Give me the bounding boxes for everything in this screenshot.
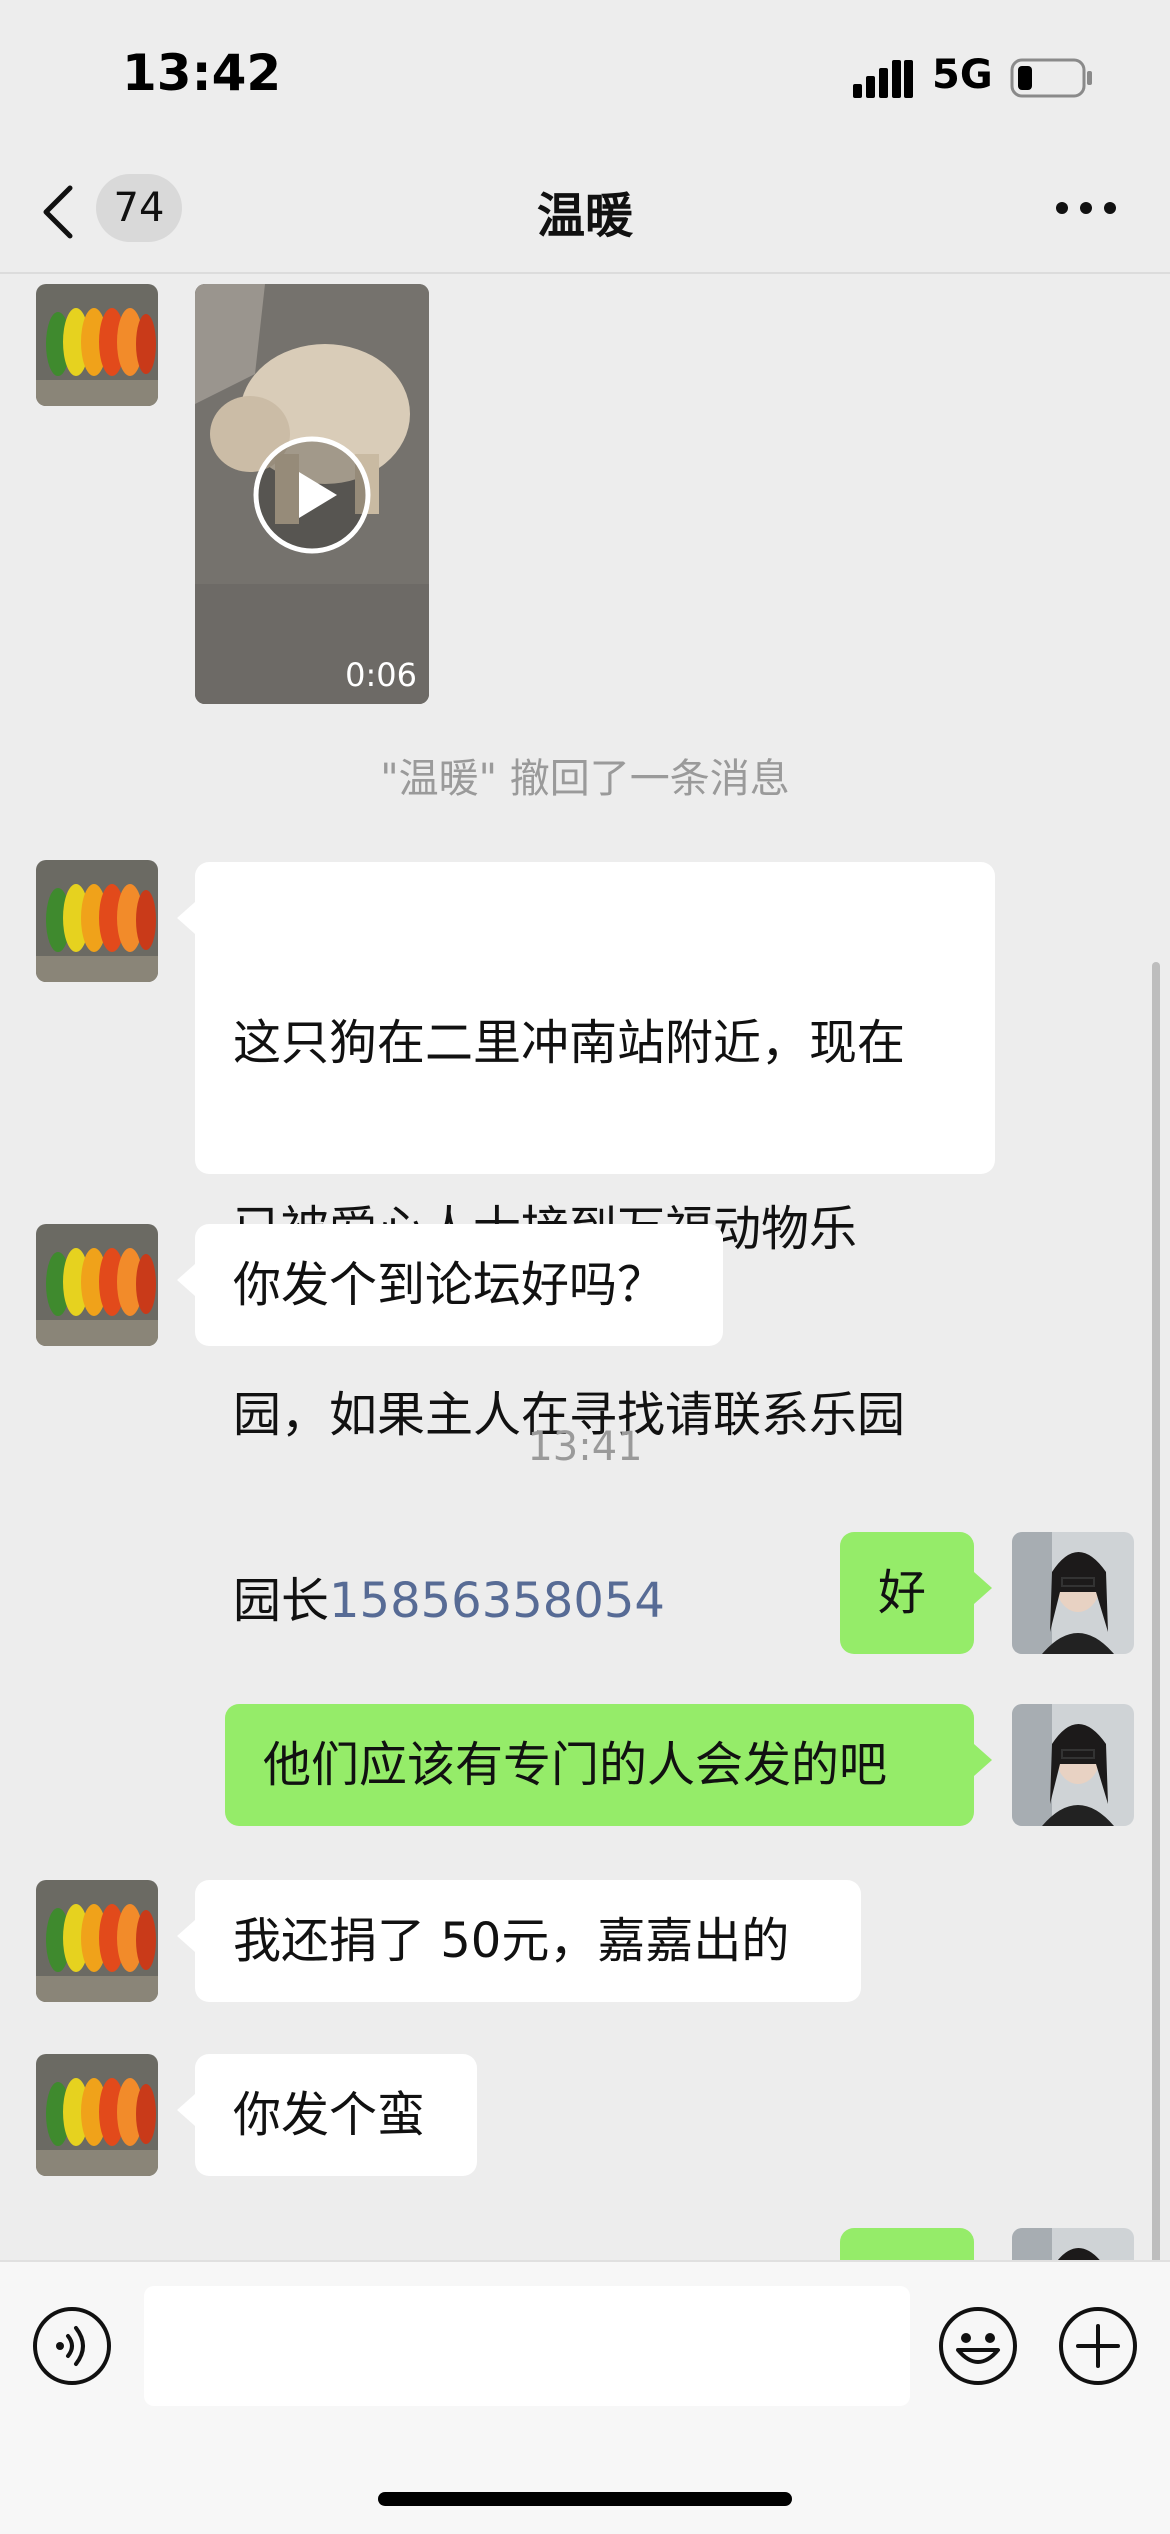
message-line: 这只狗在二里冲南站附近，现在 (233, 1015, 906, 1071)
message-timestamp: 13:41 (527, 1424, 643, 1470)
cellular-signal-icon (853, 60, 913, 98)
plus-icon[interactable] (1058, 2306, 1138, 2386)
my-avatar[interactable] (1012, 2228, 1134, 2260)
my-avatar[interactable] (1012, 1532, 1134, 1654)
my-avatar[interactable] (1012, 1704, 1134, 1826)
voice-input-icon[interactable] (32, 2306, 112, 2386)
status-time: 13:42 (122, 44, 282, 102)
text-message-partial[interactable] (840, 2228, 974, 2260)
contact-avatar[interactable] (36, 284, 158, 406)
chat-header: 74 温暖 (0, 150, 1170, 274)
recall-notice: "温暖" 撤回了一条消息 (380, 756, 790, 802)
emoji-icon[interactable] (938, 2306, 1018, 2386)
chat-title: 温暖 (536, 188, 633, 244)
contact-avatar[interactable] (36, 2054, 158, 2176)
video-duration: 0:06 (345, 656, 417, 694)
contact-avatar[interactable] (36, 860, 158, 982)
phone-number-link[interactable]: 15856358054 (329, 1573, 665, 1629)
scrollbar[interactable] (1152, 962, 1160, 2260)
text-message[interactable]: 他们应该有专门的人会发的吧 (225, 1704, 992, 1826)
network-type: 5G (932, 52, 993, 98)
message-line: 园长 (233, 1573, 330, 1629)
text-message[interactable]: 你发个到论坛好吗？ (177, 1224, 723, 1346)
video-message[interactable]: 0:06 (195, 284, 429, 704)
message-list[interactable]: 0:06 "温暖" 撤回了一条消息 这只狗在二里冲南站附近，现在 已被爱心人士接… (0, 272, 1170, 2260)
play-icon[interactable] (251, 434, 373, 556)
status-bar: 13:42 5G (0, 0, 1170, 150)
contact-avatar[interactable] (36, 1224, 158, 1346)
more-options-icon[interactable] (1054, 196, 1118, 220)
contact-avatar[interactable] (36, 1880, 158, 2002)
message-input[interactable] (144, 2286, 910, 2406)
text-message[interactable]: 你发个蛮 (177, 2054, 477, 2176)
text-message[interactable]: 这只狗在二里冲南站附近，现在 已被爱心人士接到万福动物乐 园，如果主人在寻找请联… (177, 862, 995, 1629)
text-message[interactable]: 好 (840, 1532, 992, 1654)
home-indicator (378, 2492, 792, 2506)
text-message[interactable]: 我还捐了 50元，嘉嘉出的 (177, 1880, 861, 2002)
battery-icon (1010, 58, 1092, 98)
